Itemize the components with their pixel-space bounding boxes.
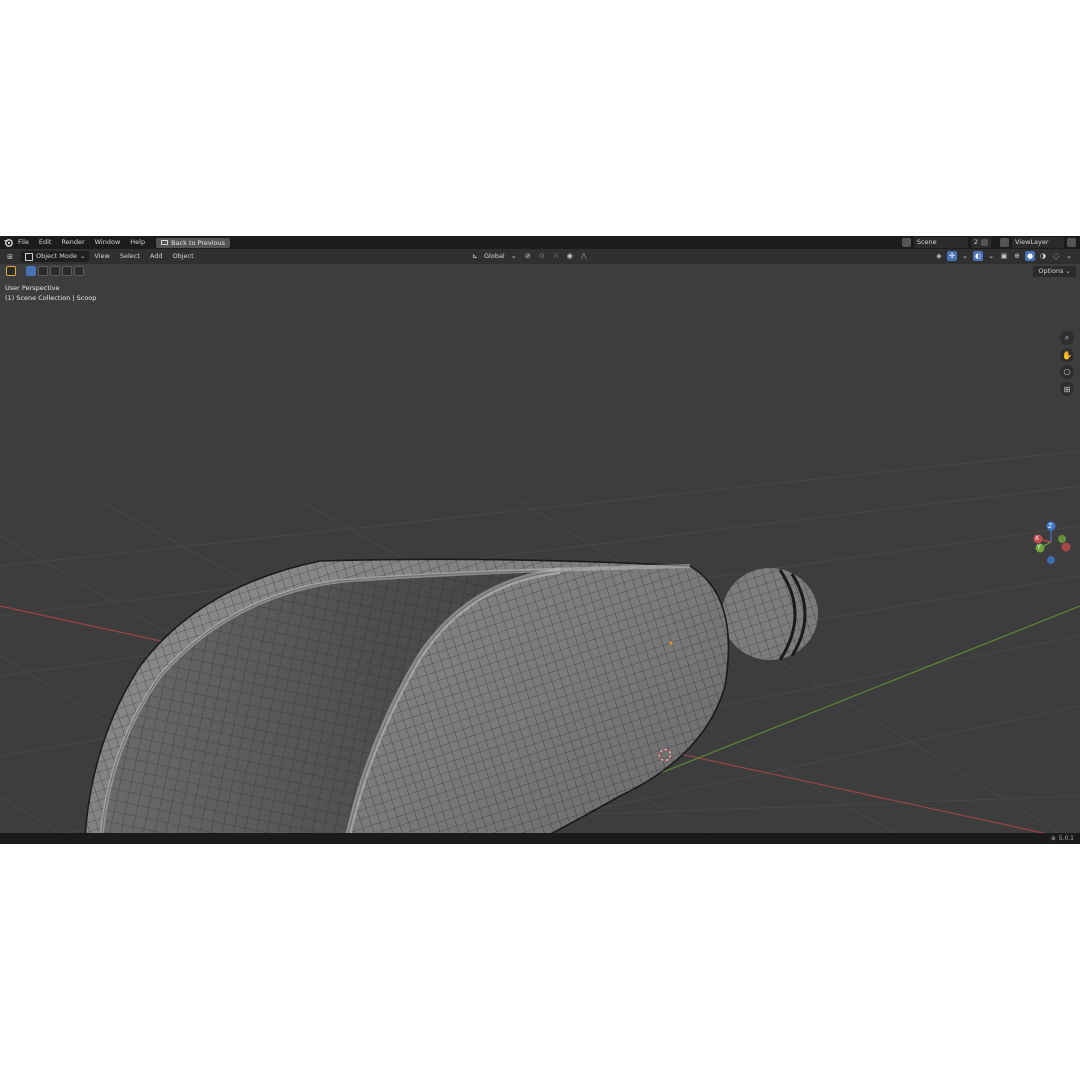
options-label: Options [1038, 267, 1064, 275]
gizmo-x-label[interactable]: X [1035, 535, 1039, 542]
camera-icon[interactable]: ⎔ [1060, 365, 1074, 379]
chevron-down-icon: ⌄ [988, 252, 994, 260]
options-dropdown[interactable]: Options ⌄ [1033, 266, 1076, 277]
chevron-down-icon: ⌄ [79, 252, 86, 260]
mode-label: Object Mode [36, 252, 77, 260]
object-mode-icon [25, 252, 33, 261]
snap-target-icon[interactable]: ⁙ [551, 251, 561, 261]
scene-field[interactable]: Scene [913, 237, 968, 248]
object-origin [669, 641, 673, 645]
scene-icon[interactable] [901, 238, 911, 247]
gizmo-y-label[interactable]: Y [1037, 544, 1041, 551]
menu-select[interactable]: Select [115, 249, 145, 264]
xray-icon[interactable]: ▣ [999, 251, 1009, 261]
version-label: 5.0.1 [1058, 835, 1074, 842]
select-tool-icon[interactable] [6, 266, 16, 276]
view-layer-name: ViewLayer [1015, 238, 1049, 246]
viewport-header: ⊞ Object Mode ⌄ View Select Add Object ⊾… [0, 249, 1080, 264]
falloff-icon[interactable]: ⋀ [579, 251, 589, 261]
view-layer-field[interactable]: ViewLayer [1012, 237, 1064, 248]
view-layer-icon[interactable] [1000, 238, 1009, 247]
globe-icon: ⊕ [1050, 835, 1056, 842]
back-to-previous-label: Back to Previous [171, 238, 226, 247]
grid-icon[interactable]: ⊞ [1060, 382, 1074, 396]
select-mode-subtract-icon[interactable] [50, 266, 60, 276]
scene-selector-group: Scene 2 ViewLayer [901, 237, 1076, 248]
select-mode-intersect-icon[interactable] [74, 266, 84, 276]
scene-user-count-label: 2 [973, 238, 978, 246]
editor-type-icon[interactable]: ⊞ [5, 252, 15, 262]
chevron-down-icon: ⌄ [510, 252, 517, 260]
screen-icon [161, 240, 169, 245]
scoop-handle [722, 568, 818, 661]
menu-object[interactable]: Object [168, 249, 199, 264]
scene-name: Scene [916, 238, 937, 246]
copy-scene-icon[interactable] [981, 239, 988, 246]
select-mode-extend-icon[interactable] [38, 266, 48, 276]
mode-dropdown[interactable]: Object Mode ⌄ [21, 251, 90, 262]
select-mode-new-icon[interactable] [26, 266, 36, 276]
new-view-layer-icon[interactable] [1067, 238, 1076, 247]
orientation-icon: ⊾ [472, 252, 478, 260]
menu-file[interactable]: File [13, 236, 34, 249]
pivot-icon[interactable]: ⊘ [523, 251, 533, 261]
scene-user-count[interactable]: 2 [970, 237, 991, 248]
shading-tools: ◈ ✣ ⌄ ◐ ⌄ ▣ ⊕ ● ◑ ◌ ⌄ [934, 251, 1074, 261]
top-menu-bar: File Edit Render Window Help Back to Pre… [0, 236, 1080, 249]
zoom-search-icon[interactable]: ⌕ [1060, 331, 1074, 345]
3d-viewport[interactable] [0, 264, 1080, 833]
tool-settings-row [6, 266, 84, 276]
visibility-icon[interactable]: ◈ [934, 251, 944, 261]
overlay-toggle-icon[interactable]: ◐ [973, 251, 983, 261]
menu-view[interactable]: View [89, 249, 114, 264]
transform-tools: ⊾ Global ⌄ ⊘ ⊙ ⁙ ◉ ⋀ [470, 251, 589, 261]
gizmo-z-label[interactable]: Z [1048, 523, 1052, 530]
chevron-down-icon: ⌄ [962, 252, 968, 260]
hand-icon[interactable]: ✋ [1060, 348, 1074, 362]
status-bar: ⊕ 5.0.1 [0, 833, 1080, 844]
solid-shading-icon[interactable]: ● [1025, 251, 1035, 261]
menu-window[interactable]: Window [90, 236, 126, 249]
menu-edit[interactable]: Edit [34, 236, 57, 249]
chevron-down-icon: ⌄ [1066, 252, 1072, 260]
gizmo-toggle-icon[interactable]: ✣ [947, 251, 957, 261]
material-shading-icon[interactable]: ◑ [1038, 251, 1048, 261]
select-mode-invert-icon[interactable] [62, 266, 72, 276]
rendered-shading-icon[interactable]: ◌ [1051, 251, 1061, 261]
menu-help[interactable]: Help [125, 236, 150, 249]
orientation-dropdown[interactable]: Global [484, 252, 505, 260]
blender-window: File Edit Render Window Help Back to Pre… [0, 236, 1080, 844]
wireframe-shading-icon[interactable]: ⊕ [1012, 251, 1022, 261]
viewport-perspective-label: User Perspective [5, 284, 60, 292]
menu-add[interactable]: Add [145, 249, 168, 264]
blender-logo-icon[interactable] [3, 238, 13, 248]
back-to-previous-button[interactable]: Back to Previous [156, 237, 231, 248]
snap-icon[interactable]: ⊙ [537, 251, 547, 261]
menu-render[interactable]: Render [56, 236, 89, 249]
proportional-edit-icon[interactable]: ◉ [565, 251, 575, 261]
viewport-collection-label: (1) Scene Collection | Scoop [5, 294, 97, 302]
